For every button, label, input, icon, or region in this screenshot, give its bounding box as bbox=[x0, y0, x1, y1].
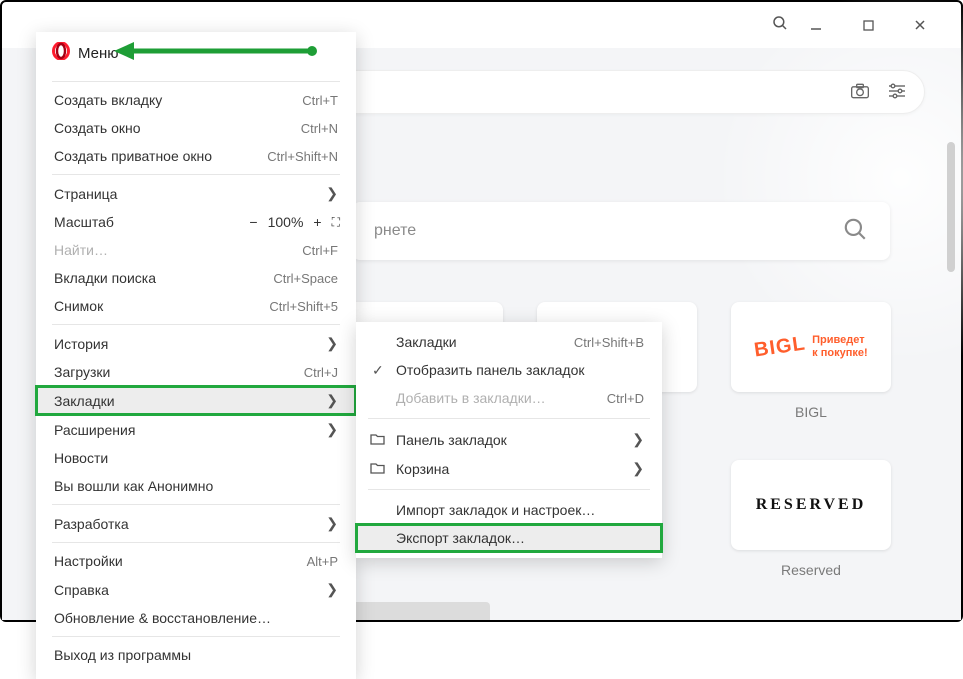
menu-update[interactable]: Обновление & восстановление… bbox=[36, 604, 356, 632]
sub-export[interactable]: Экспорт закладок… bbox=[356, 524, 662, 552]
camera-icon[interactable] bbox=[850, 82, 870, 103]
search-placeholder: рнете bbox=[374, 222, 416, 240]
chevron-right-icon: ❯ bbox=[326, 581, 338, 598]
chevron-right-icon: ❯ bbox=[632, 431, 644, 448]
menu-logged-as[interactable]: Вы вошли как Анонимно bbox=[36, 472, 356, 500]
menu-bookmarks[interactable]: Закладки❯ bbox=[36, 386, 356, 415]
titlebar-search-icon[interactable] bbox=[771, 14, 789, 37]
bottom-grey-button[interactable] bbox=[350, 602, 490, 620]
zoom-in-icon[interactable]: + bbox=[313, 214, 321, 230]
chevron-right-icon: ❯ bbox=[326, 335, 338, 352]
chevron-right-icon: ❯ bbox=[326, 421, 338, 438]
search-magnifier-icon[interactable] bbox=[842, 216, 868, 247]
reserved-logo-text: RESERVED bbox=[756, 496, 867, 514]
sub-bookmarks[interactable]: ЗакладкиCtrl+Shift+B bbox=[356, 328, 662, 356]
sub-show-bar[interactable]: ✓Отобразить панель закладок bbox=[356, 356, 662, 384]
menu-new-window[interactable]: Создать окноCtrl+N bbox=[36, 114, 356, 142]
menu-exit[interactable]: Выход из программы bbox=[36, 641, 356, 669]
sub-add-bookmark: Добавить в закладки…Ctrl+D bbox=[356, 384, 662, 412]
sub-trash[interactable]: Корзина❯ bbox=[356, 454, 662, 483]
folder-icon bbox=[370, 432, 385, 448]
easy-setup-icon[interactable] bbox=[888, 83, 906, 102]
tile-bigl[interactable]: BIGL Приведетк покупке! bbox=[731, 302, 891, 392]
tile-label-bigl: BIGL bbox=[795, 404, 827, 420]
speed-dial-search[interactable]: рнете bbox=[352, 202, 890, 260]
chevron-right-icon: ❯ bbox=[326, 392, 338, 409]
scrollbar-thumb[interactable] bbox=[947, 142, 955, 272]
annotation-arrow bbox=[112, 38, 322, 69]
tile-label-reserved: Reserved bbox=[781, 562, 841, 578]
folder-icon bbox=[370, 461, 385, 477]
menu-find: Найти…Ctrl+F bbox=[36, 236, 356, 264]
tile-reserved[interactable]: RESERVED bbox=[731, 460, 891, 550]
menu-snapshot[interactable]: СнимокCtrl+Shift+5 bbox=[36, 292, 356, 320]
chevron-right-icon: ❯ bbox=[326, 185, 338, 202]
chevron-right-icon: ❯ bbox=[326, 515, 338, 532]
bigl-logo-text: BIGL bbox=[753, 332, 808, 363]
menu-zoom[interactable]: Масштаб − 100% + ⛶ bbox=[36, 208, 356, 236]
menu-history[interactable]: История❯ bbox=[36, 329, 356, 358]
zoom-value: 100% bbox=[268, 214, 304, 230]
chevron-right-icon: ❯ bbox=[632, 460, 644, 477]
zoom-out-icon[interactable]: − bbox=[249, 214, 257, 230]
sub-import[interactable]: Импорт закладок и настроек… bbox=[356, 496, 662, 524]
close-button[interactable] bbox=[903, 8, 937, 42]
sub-bookmarks-bar[interactable]: Панель закладок❯ bbox=[356, 425, 662, 454]
menu-extensions[interactable]: Расширения❯ bbox=[36, 415, 356, 444]
menu-develop[interactable]: Разработка❯ bbox=[36, 509, 356, 538]
minimize-button[interactable] bbox=[799, 8, 833, 42]
menu-settings[interactable]: НастройкиAlt+P bbox=[36, 547, 356, 575]
menu-new-tab[interactable]: Создать вкладкуCtrl+T bbox=[36, 86, 356, 114]
opera-logo-icon bbox=[52, 42, 70, 65]
fullscreen-icon[interactable]: ⛶ bbox=[332, 215, 338, 230]
menu-page[interactable]: Страница❯ bbox=[36, 179, 356, 208]
menu-help[interactable]: Справка❯ bbox=[36, 575, 356, 604]
bookmarks-submenu: ЗакладкиCtrl+Shift+B ✓Отобразить панель … bbox=[356, 322, 662, 558]
menu-search-tabs[interactable]: Вкладки поискаCtrl+Space bbox=[36, 264, 356, 292]
menu-downloads[interactable]: ЗагрузкиCtrl+J bbox=[36, 358, 356, 386]
check-icon: ✓ bbox=[372, 362, 384, 379]
menu-new-private[interactable]: Создать приватное окноCtrl+Shift+N bbox=[36, 142, 356, 170]
main-menu: Меню Создать вкладкуCtrl+T Создать окноC… bbox=[36, 32, 356, 679]
maximize-button[interactable] bbox=[851, 8, 885, 42]
menu-news[interactable]: Новости bbox=[36, 444, 356, 472]
